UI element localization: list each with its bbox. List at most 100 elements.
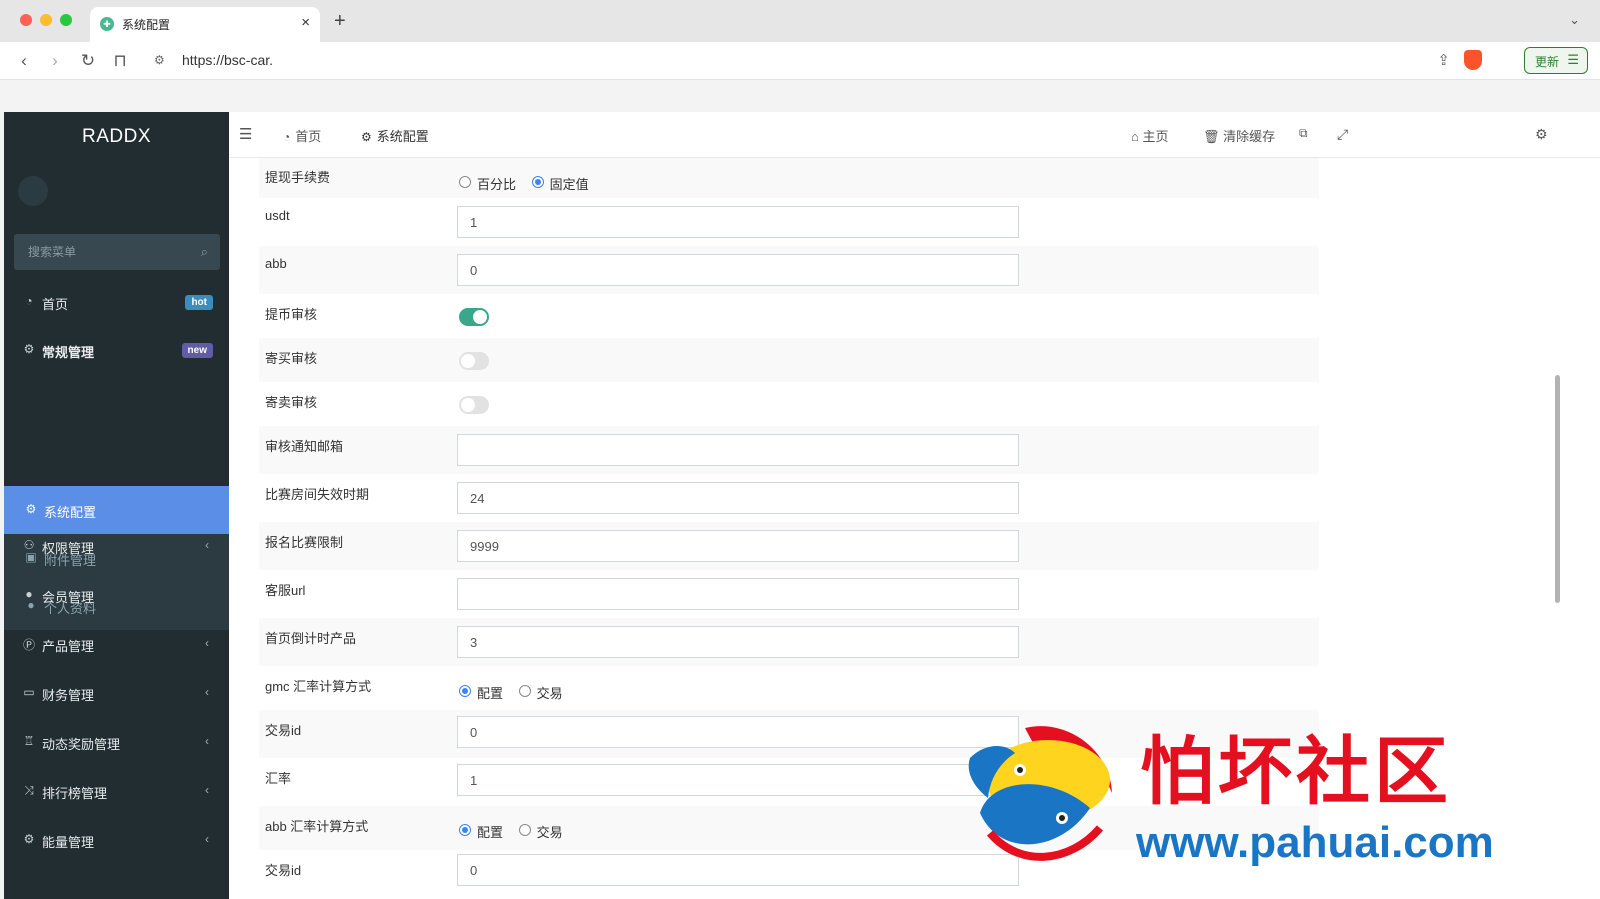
rate-input[interactable] xyxy=(457,764,1019,796)
radio-trade[interactable]: 交易 xyxy=(518,683,563,702)
toggle-knob xyxy=(461,354,475,368)
settings-icon[interactable]: ⚙ xyxy=(1535,126,1548,143)
share-icon[interactable]: ⇪ xyxy=(1437,51,1450,69)
gear-icon: ⚙ xyxy=(361,130,372,144)
consign-sell-review-toggle[interactable] xyxy=(459,396,489,414)
sidebar-item-products[interactable]: Ⓟ 产品管理 ‹ xyxy=(4,620,229,668)
radio-fixed[interactable]: 固定值 xyxy=(531,174,589,193)
radio-label: 交易 xyxy=(536,686,563,701)
radio-percent[interactable]: 百分比 xyxy=(459,174,516,193)
fullscreen-icon[interactable]: ⤢ xyxy=(1337,126,1348,143)
chevron-down-icon[interactable]: ⌄ xyxy=(1569,12,1580,28)
review-email-input[interactable] xyxy=(457,434,1019,466)
form-label: gmc 汇率计算方式 xyxy=(265,679,372,694)
bookmark-icon[interactable]: ⊓ xyxy=(110,51,130,71)
search-input[interactable] xyxy=(14,234,184,270)
radio-button[interactable] xyxy=(518,824,531,836)
home-link[interactable]: ⌂ 主页 xyxy=(1131,126,1169,145)
hot-badge: hot xyxy=(185,295,213,310)
scrollbar-thumb[interactable] xyxy=(1555,375,1560,603)
page-top-gap xyxy=(0,80,1600,112)
search-icon[interactable]: ⌕ xyxy=(201,244,208,260)
trade-id-input[interactable] xyxy=(457,716,1019,748)
form-label: 寄卖审核 xyxy=(265,395,318,410)
sidebar-item-label: 常规管理 xyxy=(42,345,95,360)
menu-toggle-icon[interactable]: ☰ xyxy=(239,125,252,143)
translate-icon[interactable]: ⧉ xyxy=(1299,126,1308,141)
reload-icon[interactable]: ↻ xyxy=(78,51,98,71)
form-row-trade-id-2: 交易id xyxy=(259,850,1319,899)
radio-button[interactable] xyxy=(459,685,471,697)
tab-label: 系统配置 xyxy=(376,129,429,144)
form-label: abb 汇率计算方式 xyxy=(265,819,369,834)
new-badge: new xyxy=(181,343,213,358)
radio-button[interactable] xyxy=(459,824,471,836)
tab-home[interactable]: ◔ 首页 xyxy=(283,126,321,145)
tab-system-config[interactable]: ⚙ 系统配置 xyxy=(361,126,429,145)
user-icon: ● xyxy=(25,587,33,601)
countdown-product-input[interactable] xyxy=(457,626,1019,658)
form-label: 报名比赛限制 xyxy=(265,535,344,550)
sidebar-item-rewards[interactable]: ♖ 动态奖励管理 ‹ xyxy=(4,718,229,766)
form-row-trade-id: 交易id xyxy=(259,710,1319,758)
new-tab-icon[interactable]: + xyxy=(334,10,346,33)
consign-buy-review-toggle[interactable] xyxy=(459,352,489,370)
content-header: ☰ ◔ 首页 ⚙ 系统配置 ⌂ 主页 🗑 清除缓存 ⧉ ⤢ ⚙ xyxy=(229,112,1600,158)
withdraw-review-toggle[interactable] xyxy=(459,308,489,326)
close-tab-icon[interactable]: × xyxy=(301,14,310,31)
chevron-left-icon: ‹ xyxy=(205,538,209,552)
service-url-input[interactable] xyxy=(457,578,1019,610)
sidebar-item-general[interactable]: ⚙ 常规管理 new xyxy=(4,326,229,374)
radio-config[interactable]: 配置 xyxy=(459,822,503,841)
radio-label: 百分比 xyxy=(477,177,517,192)
close-window-button[interactable] xyxy=(20,14,32,26)
abb-input[interactable] xyxy=(457,254,1019,286)
maximize-window-button[interactable] xyxy=(60,14,72,26)
sidebar-item-finance[interactable]: ▭ 财务管理 ‹ xyxy=(4,669,229,717)
update-button[interactable]: 更新 ☰ xyxy=(1524,47,1588,74)
clear-cache-label: 清除缓存 xyxy=(1223,129,1276,144)
sidebar-item-label: 动态奖励管理 xyxy=(42,737,121,752)
sidebar-item-label: 系统配置 xyxy=(44,505,97,520)
minimize-window-button[interactable] xyxy=(40,14,52,26)
dashboard-icon: ◔ xyxy=(283,130,291,144)
gmc-rate-radio-group: 配置 交易 xyxy=(459,683,575,702)
browser-tab[interactable]: ✚ 系统配置 × xyxy=(90,7,320,42)
form-label: 提币审核 xyxy=(265,307,318,322)
radio-trade[interactable]: 交易 xyxy=(518,822,563,841)
sidebar-item-home[interactable]: ◔ 首页 hot xyxy=(4,278,229,326)
radio-button[interactable] xyxy=(518,685,531,697)
radio-button[interactable] xyxy=(531,176,544,188)
sidebar-item-members[interactable]: ● 会员管理 xyxy=(4,571,229,619)
app-logo[interactable]: RADDX xyxy=(4,112,229,162)
right-gutter xyxy=(1574,158,1600,899)
group-icon: ⚇ xyxy=(23,538,35,552)
trash-icon: 🗑 xyxy=(1203,129,1220,144)
form-row-withdraw-review: 提币审核 xyxy=(259,294,1319,338)
signup-limit-input[interactable] xyxy=(457,530,1019,562)
radio-config[interactable]: 配置 xyxy=(459,683,503,702)
trade-id-2-input[interactable] xyxy=(457,854,1019,886)
update-button-label: 更新 xyxy=(1535,55,1560,69)
sidebar-item-energy[interactable]: ⚙ 能量管理 ‹ xyxy=(4,816,229,864)
form-row-service-url: 客服url xyxy=(259,570,1319,618)
menu-icon: ☰ xyxy=(1567,52,1579,67)
clear-cache-button[interactable]: 🗑 清除缓存 xyxy=(1203,126,1275,145)
chevron-left-icon: ‹ xyxy=(205,783,209,797)
forward-icon[interactable]: › xyxy=(45,51,65,71)
back-icon[interactable]: ‹ xyxy=(14,51,34,71)
form-label: 客服url xyxy=(265,583,306,598)
product-icon: Ⓟ xyxy=(22,638,35,652)
browser-tab-title: 系统配置 xyxy=(122,18,171,32)
gear-icon: ⚙ xyxy=(23,832,35,846)
usdt-input[interactable] xyxy=(457,206,1019,238)
sidebar-item-permissions[interactable]: ⚇ 权限管理 ‹ xyxy=(4,522,229,570)
radio-button[interactable] xyxy=(459,176,471,188)
brave-shield-icon[interactable] xyxy=(1464,50,1482,70)
sidebar-item-leaderboard[interactable]: ⤨ 排行榜管理 ‹ xyxy=(4,767,229,815)
address-bar[interactable]: https://bsc-car. xyxy=(182,52,273,68)
home-icon: ⌂ xyxy=(1131,129,1139,144)
room-expiry-input[interactable] xyxy=(457,482,1019,514)
site-settings-icon[interactable]: ⚙ xyxy=(154,53,165,67)
form-label: 提现手续费 xyxy=(265,170,331,185)
